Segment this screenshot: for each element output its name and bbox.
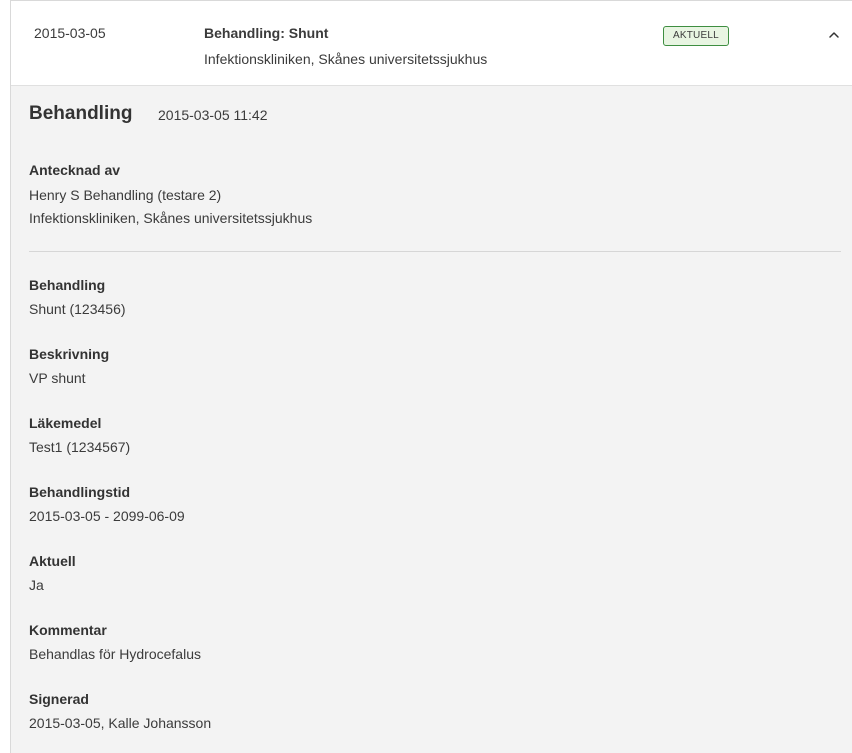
record-row-header[interactable]: 2015-03-05 Behandling: Shunt Infektionsk… [11, 1, 852, 85]
divider [29, 251, 841, 252]
status-badge: AKTUELL [663, 26, 729, 46]
chevron-up-icon[interactable] [826, 27, 842, 43]
field-value-kommentar: Behandlas för Hydrocefalus [29, 646, 201, 662]
record-title: Behandling: Shunt [204, 25, 329, 41]
field-value-aktuell: Ja [29, 577, 44, 593]
record-detail-panel: Behandling 2015-03-05 11:42 Antecknad av… [11, 85, 852, 753]
field-label-aktuell: Aktuell [29, 553, 76, 569]
field-label-lakemedel: Läkemedel [29, 415, 102, 431]
field-value-signerad: 2015-03-05, Kalle Johansson [29, 715, 212, 731]
field-value-beskrivning: VP shunt [29, 370, 86, 386]
field-value-behandlingstid: 2015-03-05 - 2099-06-09 [29, 508, 185, 524]
author-unit: Infektionskliniken, Skånes universitetss… [29, 210, 313, 226]
author-name: Henry S Behandling (testare 2) [29, 187, 222, 203]
record-unit: Infektionskliniken, Skånes universitetss… [204, 51, 488, 67]
detail-timestamp: 2015-03-05 11:42 [158, 107, 268, 123]
field-label-behandlingstid: Behandlingstid [29, 484, 131, 500]
field-label-kommentar: Kommentar [29, 622, 107, 638]
field-value-lakemedel: Test1 (1234567) [29, 439, 131, 455]
field-label-signerad: Signerad [29, 691, 89, 707]
field-label-behandling: Behandling [29, 277, 106, 293]
record-list: 2015-03-05 Behandling: Shunt Infektionsk… [10, 0, 852, 753]
author-label: Antecknad av [29, 162, 121, 178]
record-date: 2015-03-05 [34, 25, 106, 41]
field-label-beskrivning: Beskrivning [29, 346, 110, 362]
field-value-behandling: Shunt (123456) [29, 301, 126, 317]
detail-heading: Behandling [29, 103, 133, 124]
